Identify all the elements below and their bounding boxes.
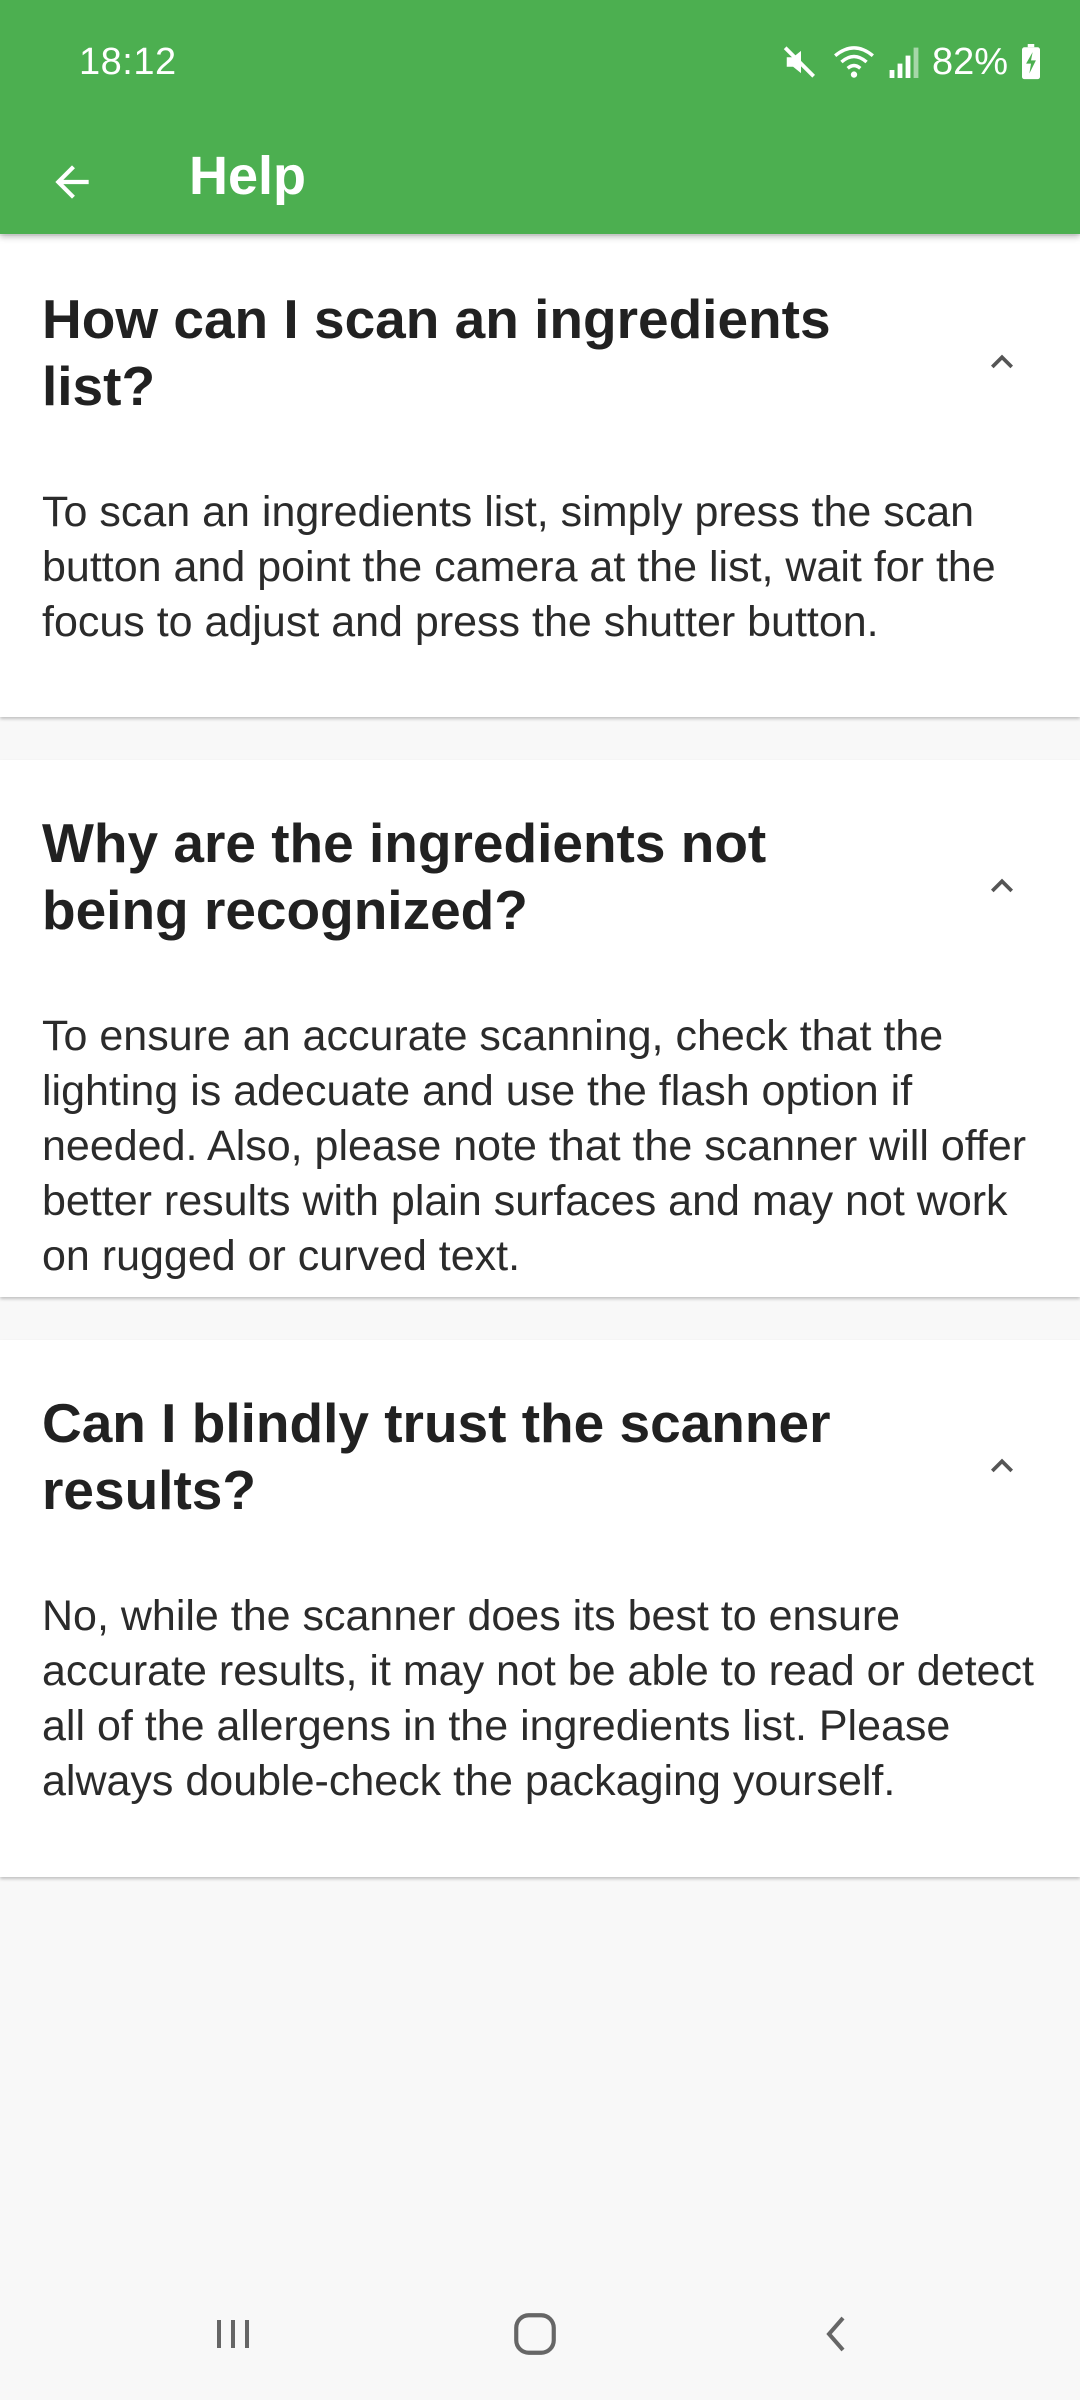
battery-charging-icon [1020, 44, 1042, 80]
system-nav-bar [0, 2270, 1080, 2400]
chevron-up-icon [991, 878, 1013, 893]
signal-icon [888, 44, 920, 80]
page-title: Help [189, 146, 307, 206]
faq-answer: To scan an ingredients list, simply pres… [42, 488, 996, 646]
recent-apps-button[interactable] [188, 2294, 278, 2374]
faq-card-trust: Can I blindly trust the scanner results?… [0, 1340, 1080, 1877]
faq-card-scan: How can I scan an ingredients list? To s… [0, 236, 1080, 717]
back-button[interactable] [30, 140, 114, 224]
home-icon [514, 2313, 556, 2355]
faq-toggle-button[interactable] [970, 1434, 1034, 1498]
toolbar: Help [0, 124, 1080, 234]
home-button[interactable] [490, 2294, 580, 2374]
mute-icon [782, 43, 820, 81]
wifi-icon [832, 43, 876, 81]
status-icons: 82% [782, 36, 1042, 88]
back-icon [826, 2316, 845, 2352]
faq-question[interactable]: Can I blindly trust the scanner results? [42, 1390, 872, 1524]
chevron-up-icon [991, 1458, 1013, 1473]
faq-toggle-button[interactable] [970, 854, 1034, 918]
nav-back-button[interactable] [792, 2294, 882, 2374]
battery-percent: 82% [931, 41, 1008, 83]
faq-answer: To ensure an accurate scanning, check th… [42, 1012, 1027, 1280]
arrow-left-icon [55, 165, 89, 199]
status-bar: 18:12 82% [0, 0, 1080, 124]
faq-question[interactable]: Why are the ingredients not being recogn… [42, 810, 872, 944]
faq-answer: No, while the scanner does its best to e… [42, 1592, 1034, 1805]
faq-question[interactable]: How can I scan an ingredients list? [42, 286, 872, 420]
status-time: 18:12 [79, 41, 177, 83]
recent-apps-icon [217, 2320, 249, 2348]
chevron-up-icon [991, 354, 1013, 369]
faq-card-recognition: Why are the ingredients not being recogn… [0, 760, 1080, 1297]
app-header: 18:12 82% Help [0, 0, 1080, 234]
faq-toggle-button[interactable] [970, 330, 1034, 394]
